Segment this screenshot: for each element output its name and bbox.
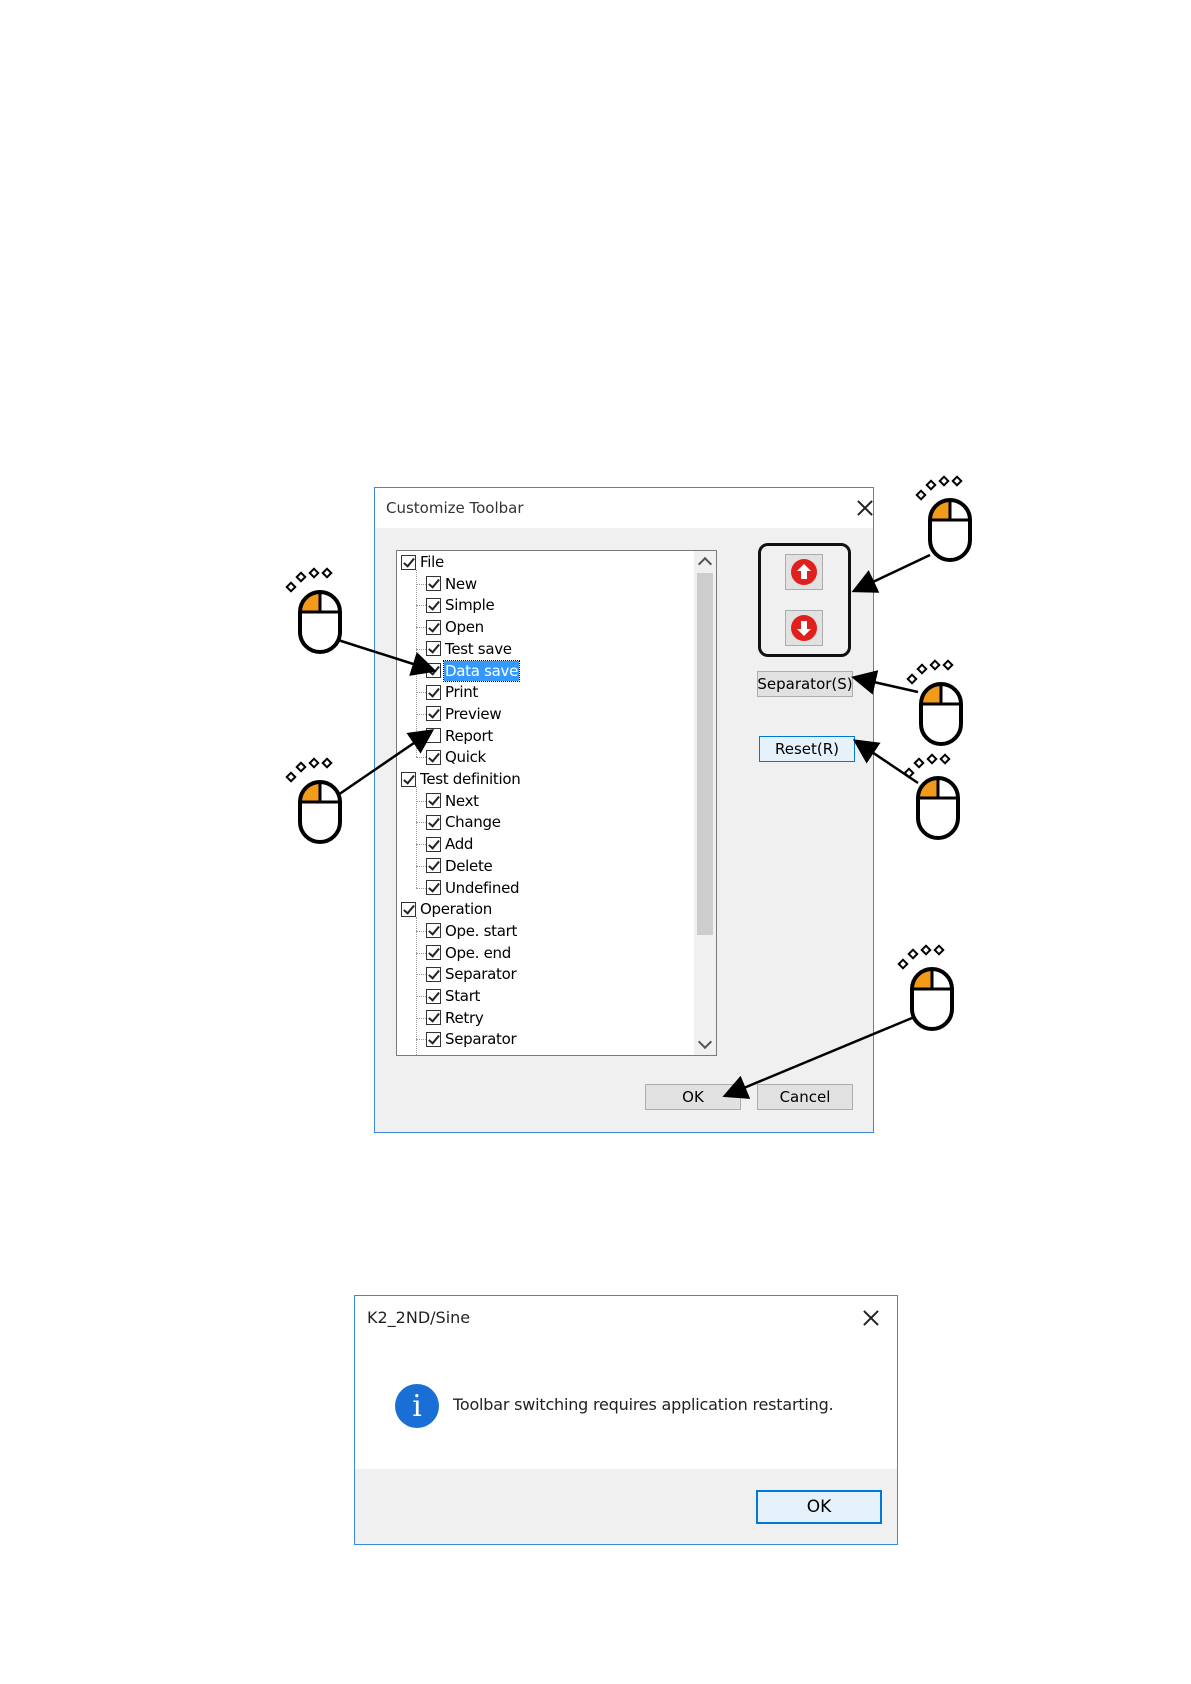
mouse-left-click-icon <box>903 753 960 840</box>
mouse-left-click-icon <box>906 659 963 746</box>
mouse-left-click-icon <box>285 757 342 844</box>
callout-arrow <box>337 638 437 676</box>
annotation-layer <box>285 475 972 1099</box>
mouse-left-click-icon <box>285 567 342 654</box>
callout-arrow <box>337 729 435 797</box>
callout-arrow <box>851 553 931 593</box>
callout-arrow <box>722 1016 913 1099</box>
mouse-left-click-icon <box>915 475 972 562</box>
mouse-left-click-icon <box>897 944 954 1031</box>
